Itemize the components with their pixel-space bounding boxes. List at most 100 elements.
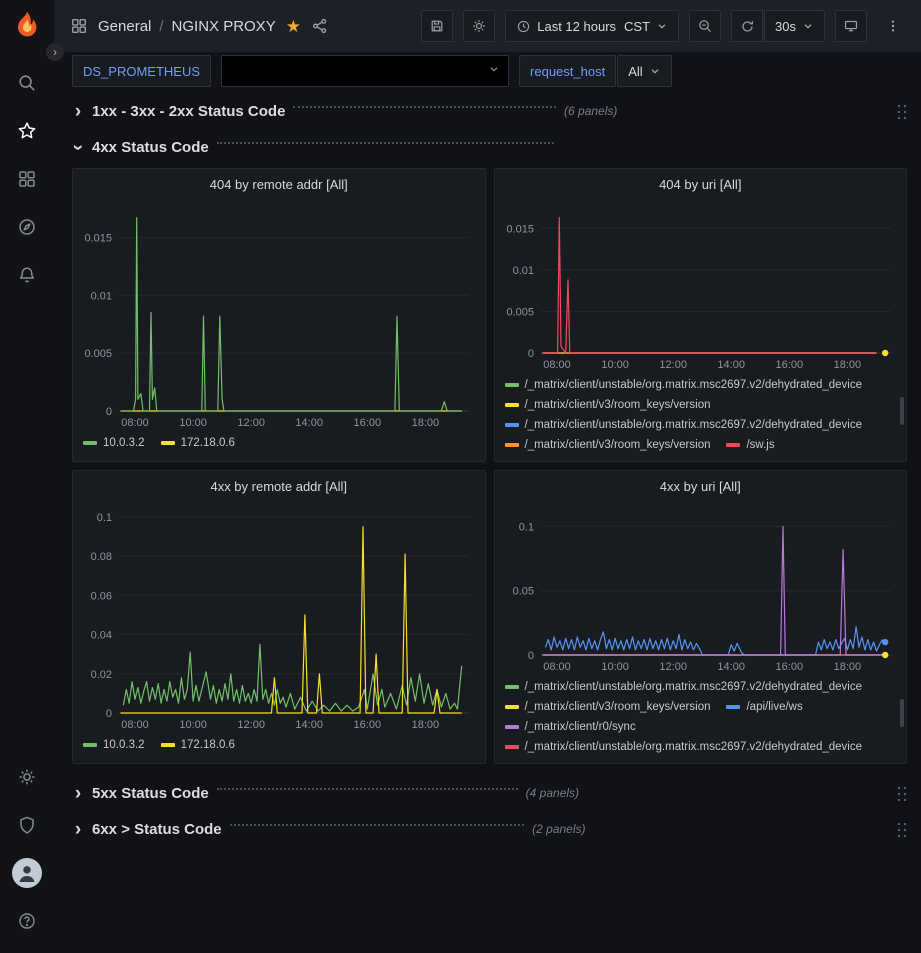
grafana-app: › General / NGINX PROXY ★ [0, 0, 921, 953]
svg-text:0: 0 [106, 406, 112, 418]
panel-title[interactable]: 404 by remote addr [All] [73, 169, 485, 195]
legend-swatch [505, 745, 519, 749]
sidebar-item-dashboards[interactable] [7, 159, 47, 199]
svg-text:16:00: 16:00 [775, 359, 803, 371]
time-range-picker[interactable]: Last 12 hours CST [505, 10, 679, 42]
legend-label: /sw.js [746, 435, 774, 455]
dashboard-settings-button[interactable] [463, 10, 495, 42]
legend-swatch [726, 705, 740, 709]
legend-item[interactable]: 10.0.3.2 [83, 735, 145, 755]
row-title: 5xx Status Code [92, 785, 209, 802]
breadcrumb-section[interactable]: General [98, 18, 151, 35]
panel-404-by-uri: 404 by uri [All] 00.0050.010.01508:0010:… [494, 168, 908, 462]
more-menu-button[interactable] [877, 10, 909, 42]
legend-label: /_matrix/client/v3/room_keys/version [525, 435, 711, 455]
row-4xx-status-code[interactable]: › 4xx Status Code [72, 132, 907, 162]
svg-text:18:00: 18:00 [833, 661, 861, 673]
variable-ds-prometheus-select[interactable] [221, 55, 509, 87]
legend-item[interactable]: 172.18.0.6 [161, 433, 235, 453]
legend-swatch [83, 743, 97, 747]
chart-4xx-by-uri[interactable]: 00.050.108:0010:0012:0014:0016:0018:00 [495, 497, 907, 675]
clock-icon [516, 19, 531, 34]
legend-item[interactable]: /_matrix/client/unstable/org.matrix.msc2… [505, 415, 863, 435]
legend-item[interactable]: /_matrix/client/v3/room_keys/version [505, 395, 711, 415]
legend: /_matrix/client/unstable/org.matrix.msc2… [495, 675, 907, 763]
panel-4xx-by-remote-addr: 4xx by remote addr [All] 00.020.040.060.… [72, 470, 486, 764]
variable-label-request-host[interactable]: request_host [519, 55, 616, 87]
svg-text:14:00: 14:00 [717, 661, 745, 673]
sidebar-item-alerting[interactable] [7, 255, 47, 295]
legend-swatch [161, 743, 175, 747]
panel-grid: 404 by remote addr [All] 00.0050.010.015… [72, 168, 907, 764]
chevron-down-icon: › [69, 141, 88, 153]
row-drag-handle[interactable] [896, 821, 907, 838]
share-icon[interactable] [311, 17, 329, 35]
breadcrumb: General / NGINX PROXY [98, 18, 276, 35]
apps-grid-icon[interactable] [70, 17, 88, 35]
svg-text:12:00: 12:00 [237, 417, 265, 429]
legend-item[interactable]: 10.0.3.2 [83, 433, 145, 453]
favorite-star-icon[interactable]: ★ [286, 18, 301, 35]
legend-item[interactable]: /_matrix/client/r0/sync [505, 717, 636, 737]
svg-text:0: 0 [527, 348, 533, 360]
row-panel-count: (4 panels) [526, 786, 579, 800]
panel-title[interactable]: 4xx by remote addr [All] [73, 471, 485, 497]
help-icon[interactable] [7, 901, 47, 941]
legend-item[interactable]: 172.18.0.6 [161, 735, 235, 755]
svg-text:12:00: 12:00 [237, 719, 265, 731]
row-panel-count: (2 panels) [532, 822, 585, 836]
legend-item[interactable]: /_matrix/client/unstable/org.matrix.msc2… [505, 737, 863, 757]
user-avatar[interactable] [7, 853, 47, 893]
row-drag-handle[interactable] [896, 785, 907, 802]
chart-404-by-uri[interactable]: 00.0050.010.01508:0010:0012:0014:0016:00… [495, 195, 907, 373]
row-6xx-status-code[interactable]: › 6xx > Status Code (2 panels) [72, 814, 907, 844]
zoom-out-button[interactable] [689, 10, 721, 42]
row-5xx-status-code[interactable]: › 5xx Status Code (4 panels) [72, 778, 907, 808]
legend-swatch [505, 383, 519, 387]
dotted-leader [217, 788, 518, 790]
shield-icon[interactable] [7, 805, 47, 845]
row-1xx-3xx-2xx-status-code[interactable]: › 1xx - 3xx - 2xx Status Code (6 panels) [72, 96, 907, 126]
chart-4xx-by-remote-addr[interactable]: 00.020.040.060.080.108:0010:0012:0014:00… [73, 497, 485, 733]
grafana-logo[interactable] [9, 9, 45, 45]
chevron-down-icon [656, 20, 668, 32]
search-icon[interactable] [7, 63, 47, 103]
panel-title[interactable]: 404 by uri [All] [495, 169, 907, 195]
variable-request-host-select[interactable]: All [617, 55, 671, 87]
tv-mode-button[interactable] [835, 10, 867, 42]
row-drag-handle[interactable] [896, 103, 907, 120]
legend-label: /_matrix/client/v3/room_keys/version [525, 697, 711, 717]
refresh-interval-dropdown[interactable]: 30s [764, 10, 825, 42]
legend-item[interactable]: /api/live/ws [726, 697, 802, 717]
refresh-interval-label: 30s [775, 19, 796, 34]
svg-text:12:00: 12:00 [659, 661, 687, 673]
legend-item[interactable]: /sw.js [726, 435, 774, 455]
sidebar [0, 0, 54, 953]
legend-item[interactable]: /_matrix/client/unstable/org.matrix.msc2… [505, 677, 863, 697]
chart-404-by-remote-addr[interactable]: 00.0050.010.01508:0010:0012:0014:0016:00… [73, 195, 485, 431]
sidebar-item-explore[interactable] [7, 207, 47, 247]
refresh-button[interactable] [731, 10, 763, 42]
legend-swatch [505, 443, 519, 447]
breadcrumb-dashboard-title[interactable]: NGINX PROXY [172, 18, 276, 35]
legend-label: /_matrix/client/unstable/org.matrix.msc2… [525, 737, 863, 757]
top-navbar: General / NGINX PROXY ★ Last 12 [54, 0, 921, 52]
svg-text:08:00: 08:00 [121, 417, 149, 429]
chevron-right-icon: › [72, 820, 84, 839]
svg-text:14:00: 14:00 [295, 719, 323, 731]
sidebar-expand-toggle[interactable]: › [46, 43, 64, 61]
sidebar-item-starred[interactable] [7, 111, 47, 151]
legend: 10.0.3.2 172.18.0.6 [73, 733, 485, 763]
dotted-leader [217, 142, 554, 144]
legend-item[interactable]: /_matrix/client/unstable/org.matrix.msc2… [505, 375, 863, 395]
svg-text:0.08: 0.08 [91, 551, 112, 563]
panel-title[interactable]: 4xx by uri [All] [495, 471, 907, 497]
time-range-label: Last 12 hours [537, 19, 616, 34]
legend-item[interactable]: /_matrix/client/v3/room_keys/version [505, 697, 711, 717]
save-dashboard-button[interactable] [421, 10, 453, 42]
chevron-down-icon [802, 20, 814, 32]
variable-label-ds-prometheus[interactable]: DS_PROMETHEUS [72, 55, 211, 87]
legend-label: /_matrix/client/r0/sync [525, 717, 636, 737]
server-admin-settings-icon[interactable] [7, 757, 47, 797]
legend-item[interactable]: /_matrix/client/v3/room_keys/version [505, 435, 711, 455]
